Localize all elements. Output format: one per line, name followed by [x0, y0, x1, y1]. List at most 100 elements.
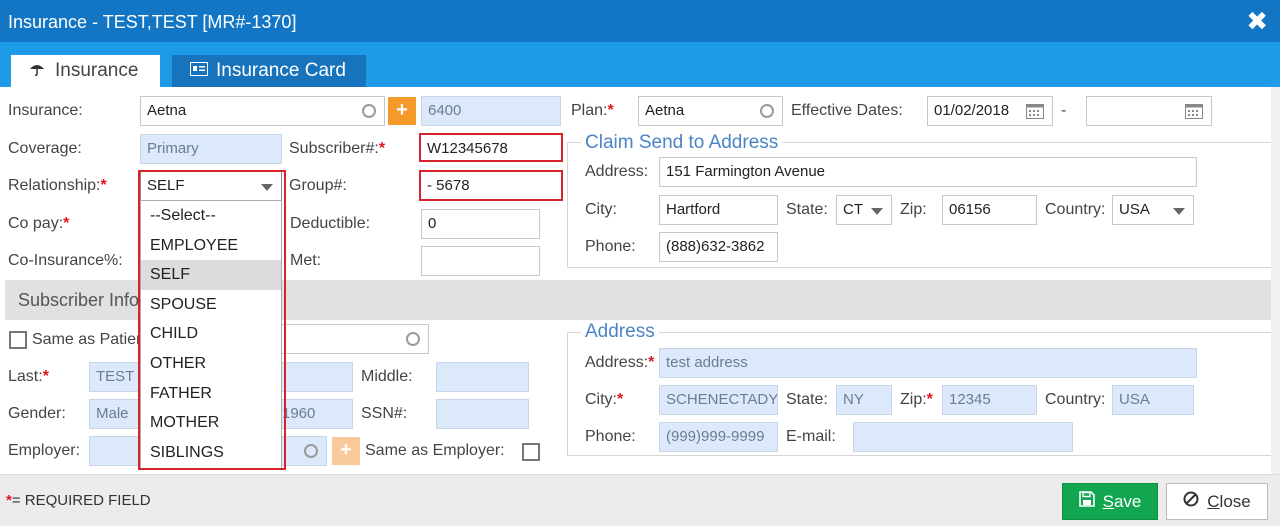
umbrella-icon: [29, 61, 45, 81]
insurance-code-field: 6400: [421, 96, 561, 126]
tab-label: Insurance: [55, 60, 139, 81]
sub-phone-label: Phone:: [585, 428, 636, 445]
dialog-title: Insurance - TEST,TEST [MR#-1370]: [8, 12, 297, 32]
add-insurance-button[interactable]: +: [388, 97, 416, 125]
deductible-label: Deductible:: [290, 215, 371, 232]
claim-city-label: City:: [585, 201, 617, 218]
claim-country-value: USA: [1119, 201, 1150, 218]
subscriber-address-legend: Address: [581, 321, 659, 343]
sub-address-label: Address:*: [585, 354, 655, 371]
sub-state-label: State:: [786, 391, 828, 408]
chevron-down-icon: [871, 208, 883, 215]
claim-country-select[interactable]: USA: [1112, 195, 1194, 225]
relationship-select[interactable]: SELF: [140, 171, 282, 201]
last-name-label: Last:*: [8, 368, 49, 385]
sub-address-field: test address: [659, 348, 1197, 378]
group-number-input[interactable]: - 5678: [419, 170, 563, 201]
plan-value: Aetna: [645, 102, 685, 119]
claim-zip-label: Zip:: [900, 201, 927, 218]
subscriber-lookup-input[interactable]: [282, 324, 429, 354]
chevron-down-icon: [261, 184, 273, 191]
met-input[interactable]: [421, 246, 540, 276]
save-icon: [1078, 491, 1095, 512]
plan-input[interactable]: Aetna: [638, 96, 783, 126]
claim-phone-input[interactable]: (888)632-3862: [659, 232, 778, 262]
relationship-dropdown-list: --Select-- EMPLOYEE SELF SPOUSE CHILD OT…: [140, 200, 282, 469]
sub-zip-field: 12345: [942, 385, 1037, 415]
middle-name-label: Middle:: [361, 368, 413, 385]
sub-state-field: NY: [836, 385, 892, 415]
middle-name-field: [436, 362, 529, 392]
claim-state-label: State:: [786, 201, 828, 218]
insurance-label: Insurance:: [8, 102, 83, 119]
dropdown-option-child[interactable]: CHILD: [141, 319, 281, 349]
tab-insurance[interactable]: Insurance: [11, 55, 160, 87]
save-label: Save: [1102, 491, 1142, 511]
dropdown-option-father[interactable]: FATHER: [141, 379, 281, 409]
sub-email-field: [853, 422, 1073, 452]
dob-value: 1960: [282, 405, 316, 422]
required-field-note: *= REQUIRED FIELD: [6, 492, 151, 509]
claim-state-value: CT: [843, 201, 863, 218]
met-label: Met:: [290, 252, 322, 269]
subscriber-number-input[interactable]: W12345678: [419, 133, 563, 162]
effective-from-value: 01/02/2018: [934, 102, 1010, 119]
claim-address-input[interactable]: 151 Farmington Avenue: [659, 157, 1197, 187]
dropdown-option-mother[interactable]: MOTHER: [141, 408, 281, 438]
coverage-field: Primary: [140, 134, 282, 164]
effective-to-input[interactable]: [1086, 96, 1212, 126]
same-as-employer-label: Same as Employer:: [365, 442, 505, 459]
same-as-patient-checkbox[interactable]: [9, 331, 27, 349]
dropdown-option-employee[interactable]: EMPLOYEE: [141, 231, 281, 261]
dropdown-option-siblings[interactable]: SIBLINGS: [141, 438, 281, 468]
ssn-label: SSN#:: [361, 405, 408, 422]
same-as-employer-checkbox[interactable]: [522, 443, 540, 461]
tab-insurance-card[interactable]: Insurance Card: [172, 55, 366, 87]
date-separator: -: [1061, 102, 1067, 119]
claim-phone-label: Phone:: [585, 238, 636, 255]
close-icon[interactable]: ✖: [1246, 6, 1268, 36]
group-number-label: Group#:: [289, 177, 347, 194]
clear-circle-icon[interactable]: [760, 104, 774, 118]
chevron-down-icon: [1173, 208, 1185, 215]
effective-from-input[interactable]: 01/02/2018: [927, 96, 1053, 126]
dialog-title-bar: Insurance - TEST,TEST [MR#-1370] ✖: [0, 0, 1280, 42]
relationship-selected-value: SELF: [147, 177, 185, 194]
plan-label: Plan:*: [571, 102, 614, 119]
vertical-scrollbar[interactable]: [1271, 87, 1280, 474]
claim-address-label: Address:: [585, 163, 649, 180]
dropdown-option-spouse[interactable]: SPOUSE: [141, 290, 281, 320]
deductible-input[interactable]: 0: [421, 209, 540, 239]
insurance-value: Aetna: [147, 102, 187, 119]
employer-label: Employer:: [8, 442, 81, 459]
calendar-icon[interactable]: [1185, 103, 1203, 119]
copay-label: Co pay:*: [8, 215, 70, 232]
tab-label: Insurance Card: [216, 60, 346, 81]
close-button[interactable]: Close: [1166, 483, 1268, 520]
dropdown-option-other[interactable]: OTHER: [141, 349, 281, 379]
gender-value: Male: [96, 405, 129, 422]
save-button[interactable]: Save: [1062, 483, 1158, 520]
insurance-input[interactable]: Aetna: [140, 96, 385, 126]
clear-circle-icon[interactable]: [304, 444, 318, 458]
effective-dates-label: Effective Dates:: [791, 102, 903, 119]
gender-label: Gender:: [8, 405, 66, 422]
dropdown-option-self[interactable]: SELF: [141, 260, 281, 290]
dropdown-option-select[interactable]: --Select--: [141, 201, 281, 231]
clear-circle-icon[interactable]: [362, 104, 376, 118]
coverage-label: Coverage:: [8, 140, 82, 157]
add-employer-button[interactable]: +: [332, 437, 360, 465]
ssn-field: [436, 399, 529, 429]
claim-zip-input[interactable]: 06156: [942, 195, 1037, 225]
close-label: Close: [1207, 491, 1251, 511]
subscriber-info-title: Subscriber Info: [18, 290, 140, 310]
sub-zip-label: Zip:*: [900, 391, 933, 408]
calendar-icon[interactable]: [1026, 103, 1044, 119]
sub-city-label: City:*: [585, 391, 624, 408]
claim-city-input[interactable]: Hartford: [659, 195, 778, 225]
coinsurance-label: Co-Insurance%:: [8, 252, 123, 269]
clear-circle-icon[interactable]: [406, 332, 420, 346]
sub-email-label: E-mail:: [786, 428, 836, 445]
claim-state-select[interactable]: CT: [836, 195, 892, 225]
tab-strip: Insurance Insurance Card: [0, 42, 1280, 87]
